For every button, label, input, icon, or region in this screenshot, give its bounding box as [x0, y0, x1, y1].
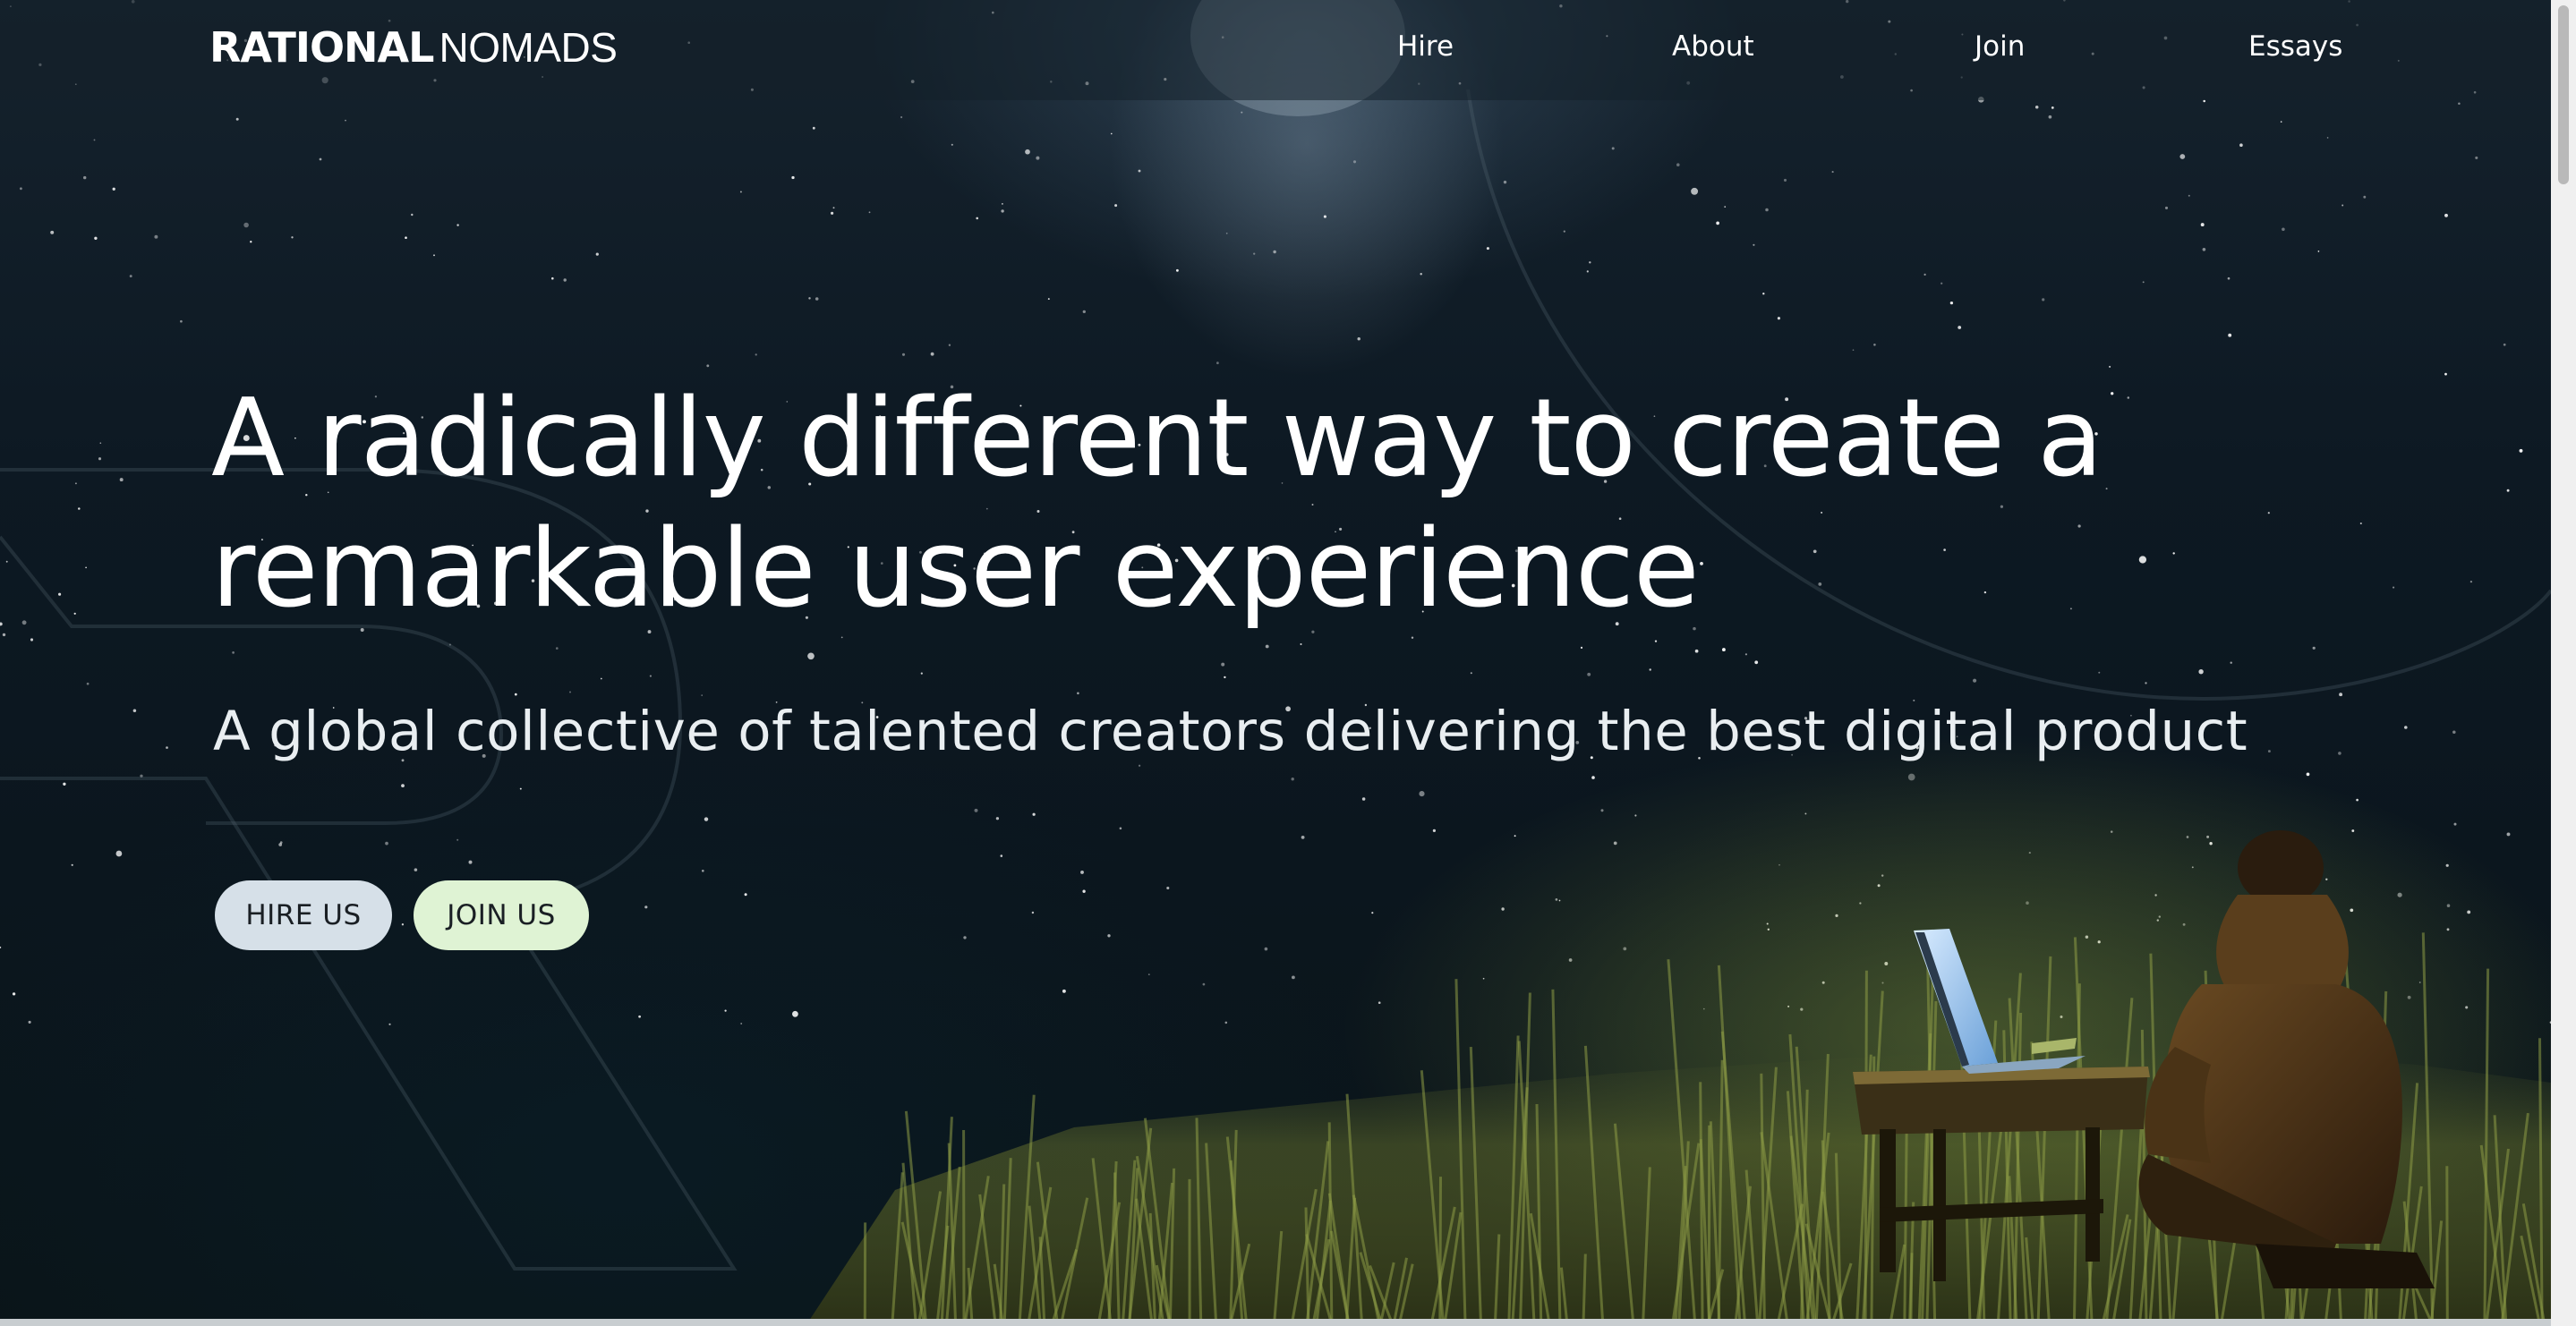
hire-us-button[interactable]: HIRE US: [215, 880, 392, 950]
nav-link-essays[interactable]: Essays: [2248, 30, 2342, 63]
logo-text-bold: RATIONAL: [209, 23, 434, 72]
hero-subtitle: A global collective of talented creators…: [213, 700, 2248, 763]
top-navbar: RATIONAL NOMADS Hire About Join Essays: [0, 0, 2551, 100]
hero-title-line-2: remarkable user experience: [211, 507, 1700, 632]
vertical-scrollbar[interactable]: [2551, 0, 2576, 1326]
nav-link-hire[interactable]: Hire: [1397, 30, 1454, 63]
page-bottom-edge: [0, 1319, 2551, 1326]
logo-text-light: NOMADS: [439, 24, 618, 71]
scrollbar-thumb[interactable]: [2558, 5, 2569, 184]
brand-logo[interactable]: RATIONAL NOMADS: [209, 23, 618, 77]
nav-link-join[interactable]: Join: [1975, 30, 2025, 63]
join-us-button[interactable]: JOIN US: [414, 880, 589, 950]
hero-scene-illustration: [806, 734, 2576, 1326]
page-viewport: RATIONAL NOMADS Hire About Join Essays A…: [0, 0, 2576, 1326]
hero-title-line-1: A radically different way to create a: [211, 377, 2103, 501]
nav-link-about[interactable]: About: [1672, 30, 1754, 63]
hero-title: A radically different way to create a re…: [211, 374, 2270, 635]
